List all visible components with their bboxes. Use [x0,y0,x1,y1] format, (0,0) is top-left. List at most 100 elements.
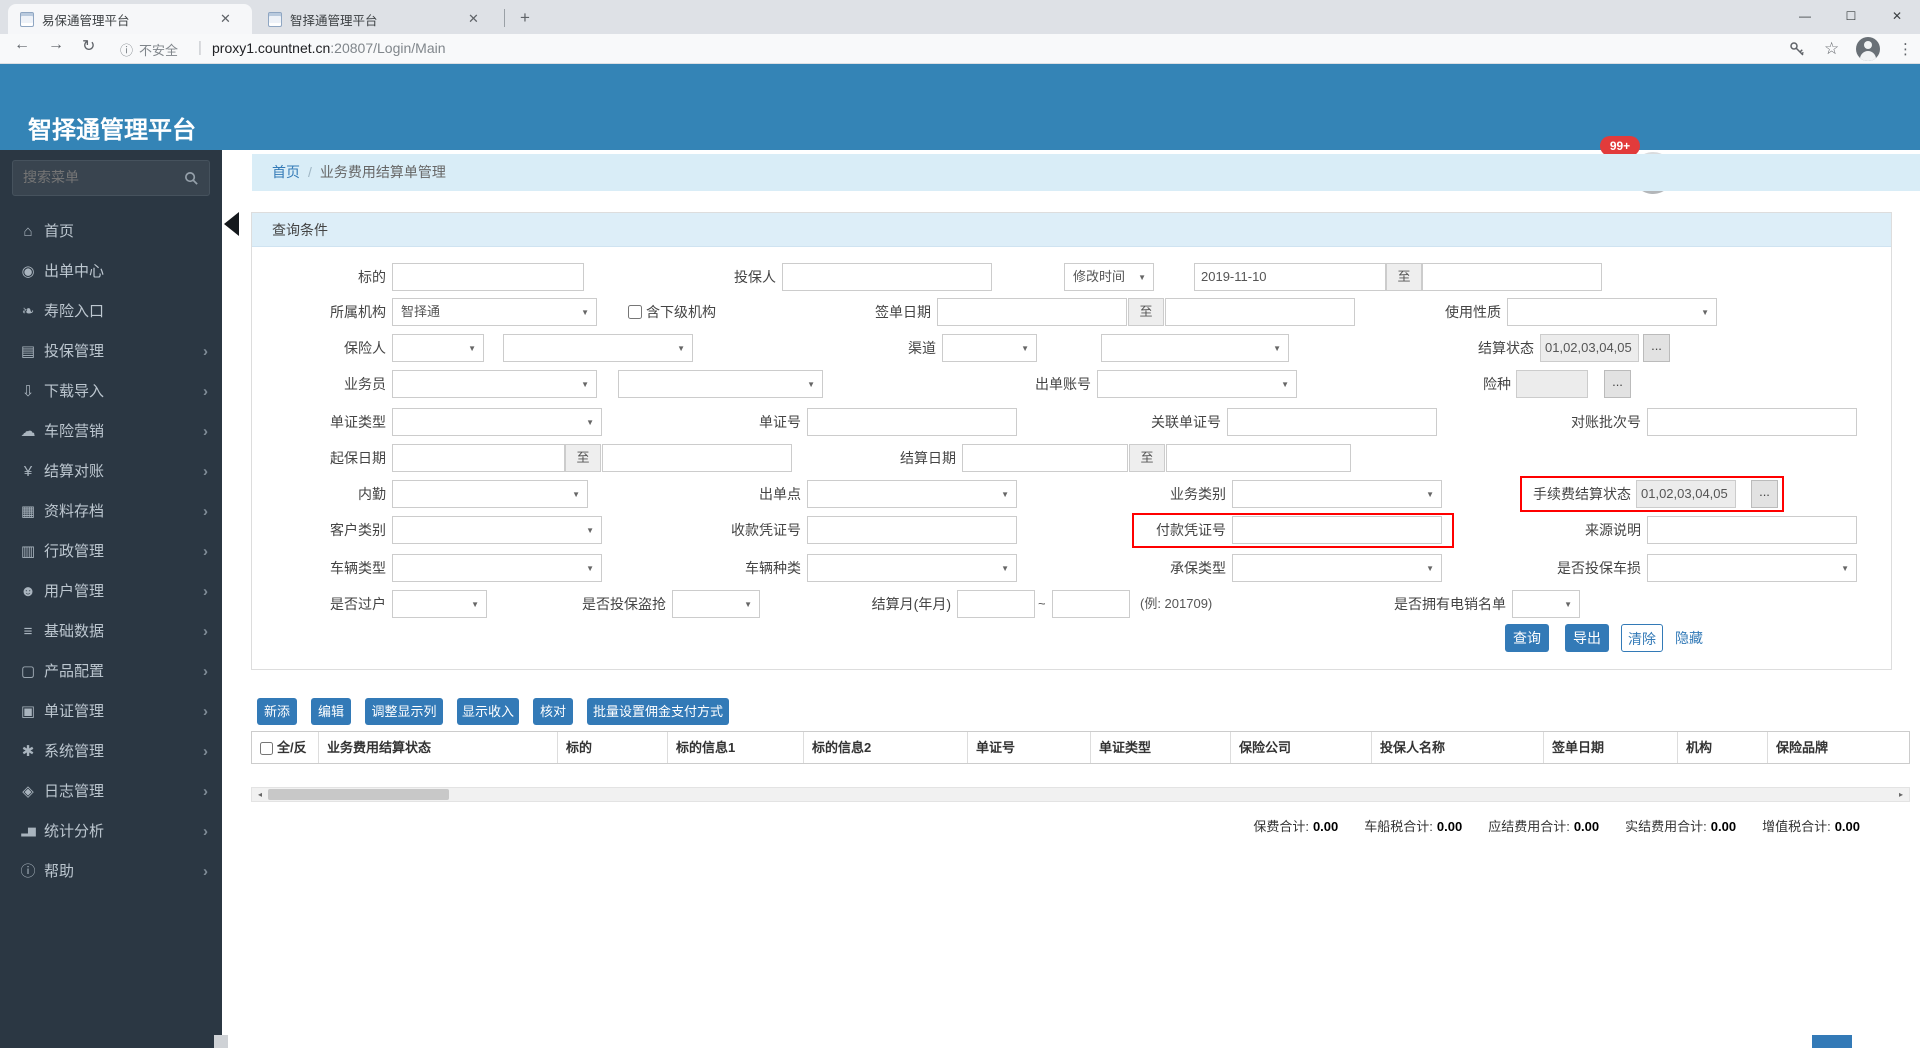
sidebar-item-home[interactable]: ⌂ 首页 [0,212,222,252]
payment-no-input[interactable] [1232,516,1442,544]
channel-select-1[interactable] [942,334,1037,362]
scroll-left-icon[interactable]: ◂ [252,788,268,801]
sidebar-item-system[interactable]: ✱ 系统管理 › [0,732,222,772]
sidebar-item-help[interactable]: ⓘ 帮助 › [0,852,222,892]
reconcile-batch-input[interactable] [1647,408,1857,436]
customer-category-select[interactable] [392,516,602,544]
adjust-columns-button[interactable]: 调整显示列 [365,698,443,725]
start-date-to-input[interactable] [602,444,792,472]
start-date-from-input[interactable] [392,444,565,472]
back-icon[interactable]: ← [14,36,30,54]
sidebar-item-download-import[interactable]: ⇩ 下载导入 › [0,372,222,412]
include-sub-org-checkbox[interactable] [628,305,642,319]
address-text[interactable]: proxy1.countnet.cn:20807/Login/Main [212,40,446,56]
search-icon[interactable] [184,171,199,186]
risk-type-value[interactable] [1516,370,1588,398]
date-type-select[interactable]: 修改时间 [1064,263,1154,291]
settle-status-more-button[interactable]: ... [1643,334,1670,362]
settle-date-to-input[interactable] [1166,444,1351,472]
modify-date-from-input[interactable]: 2019-11-10 [1194,263,1386,291]
tab-close-icon[interactable]: ✕ [468,11,479,27]
usage-select[interactable] [1507,298,1717,326]
scroll-right-icon[interactable]: ▸ [1893,788,1909,801]
settle-date-from-input[interactable] [962,444,1128,472]
clear-button[interactable]: 清除 [1621,624,1663,652]
key-icon[interactable] [1788,40,1806,58]
issue-point-select[interactable] [807,480,1017,508]
risk-type-more-button[interactable]: ... [1604,370,1631,398]
sidebar-item-settlement[interactable]: ¥ 结算对账 › [0,452,222,492]
edit-button[interactable]: 编辑 [311,698,351,725]
receipt-no-input[interactable] [807,516,1017,544]
fee-settle-status-more-button[interactable]: ... [1751,480,1778,508]
sidebar-item-auto-marketing[interactable]: ☁ 车险营销 › [0,412,222,452]
sidebar-item-life-entry[interactable]: ❧ 寿险入口 [0,292,222,332]
minimize-icon[interactable]: — [1782,0,1828,34]
sidebar-collapse-arrow-icon[interactable] [224,212,239,236]
vehicle-kind-select[interactable] [807,554,1017,582]
sidebar-item-product-config[interactable]: ▢ 产品配置 › [0,652,222,692]
browser-tab-1[interactable]: 易保通管理平台 ✕ [8,4,252,34]
export-button[interactable]: 导出 [1565,624,1609,652]
fee-settle-status-value[interactable]: 01,02,03,04,05 [1636,480,1736,508]
security-indicator[interactable]: ⓘ 不安全 [120,40,178,59]
scrollbar-thumb[interactable] [268,789,449,800]
sidebar-item-cert-mgmt[interactable]: ▣ 单证管理 › [0,692,222,732]
internal-staff-select[interactable] [392,480,588,508]
salesman-select-1[interactable] [392,370,597,398]
tab-close-icon[interactable]: ✕ [220,11,231,27]
sidebar-item-statistics[interactable]: ▂▆ 统计分析 › [0,812,222,852]
issue-account-select[interactable] [1097,370,1297,398]
refresh-icon[interactable]: ↻ [82,36,95,56]
org-select[interactable]: 智择通 [392,298,597,326]
close-icon[interactable]: ✕ [1874,0,1920,34]
sidebar-item-logs[interactable]: ◈ 日志管理 › [0,772,222,812]
insure-theft-select[interactable] [672,590,760,618]
telemarket-select[interactable] [1512,590,1580,618]
maximize-icon[interactable]: ☐ [1828,0,1874,34]
add-button[interactable]: 新添 [257,698,297,725]
insure-damage-select[interactable] [1647,554,1857,582]
sidebar-item-archive[interactable]: ▦ 资料存档 › [0,492,222,532]
vehicle-type-select[interactable] [392,554,602,582]
settle-month-to-input[interactable] [1052,590,1130,618]
subject-input[interactable] [392,263,584,291]
show-income-button[interactable]: 显示收入 [457,698,519,725]
salesman-select-2[interactable] [618,370,823,398]
modify-date-to-input[interactable] [1422,263,1602,291]
sidebar-search-input[interactable] [13,161,173,193]
settle-month-from-input[interactable] [957,590,1035,618]
insurer-select-1[interactable] [392,334,484,362]
breadcrumb-home-link[interactable]: 首页 [272,164,300,180]
hide-link[interactable]: 隐藏 [1675,624,1703,652]
source-note-input[interactable] [1647,516,1857,544]
doc-type-select[interactable] [392,408,602,436]
menu-dots-icon[interactable]: ⋮ [1898,40,1913,58]
sidebar-item-users[interactable]: ☻ 用户管理 › [0,572,222,612]
search-button[interactable]: 查询 [1505,624,1549,652]
doc-no-input[interactable] [807,408,1017,436]
related-doc-no-input[interactable] [1227,408,1437,436]
forward-icon[interactable]: → [48,36,64,54]
sidebar-item-policy-mgmt[interactable]: ▤ 投保管理 › [0,332,222,372]
new-tab-button[interactable]: + [512,5,538,31]
transfer-select[interactable] [392,590,487,618]
applicant-input[interactable] [782,263,992,291]
sidebar-item-issue-center[interactable]: ◉ 出单中心 [0,252,222,292]
sidebar-item-admin[interactable]: ▥ 行政管理 › [0,532,222,572]
verify-button[interactable]: 核对 [533,698,573,725]
bookmark-star-icon[interactable]: ☆ [1824,39,1839,59]
select-all-checkbox[interactable] [260,742,273,756]
sign-date-from-input[interactable] [937,298,1127,326]
browser-tab-2[interactable]: 智择通管理平台 ✕ [256,4,500,34]
insurer-select-2[interactable] [503,334,693,362]
sidebar-item-base-data[interactable]: ≡ 基础数据 › [0,612,222,652]
biz-category-select[interactable] [1232,480,1442,508]
batch-commission-button[interactable]: 批量设置佣金支付方式 [587,698,729,725]
underwrite-type-select[interactable] [1232,554,1442,582]
settle-status-value[interactable]: 01,02,03,04,05 [1540,334,1639,362]
browser-profile-avatar[interactable] [1856,37,1880,61]
notification-badge[interactable]: 99+ [1600,136,1640,156]
channel-select-2[interactable] [1101,334,1289,362]
sign-date-to-input[interactable] [1165,298,1355,326]
